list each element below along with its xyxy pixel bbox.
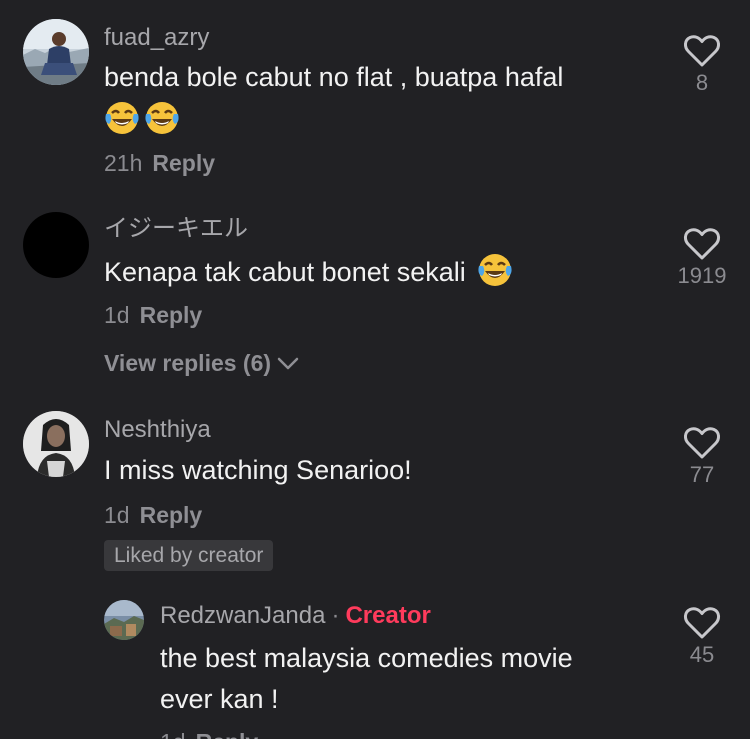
comment-username[interactable]: Neshthiya: [104, 418, 211, 442]
creator-tag: Creator: [345, 602, 431, 629]
avatar[interactable]: [23, 212, 89, 278]
comment-time: 21h: [104, 150, 143, 176]
face-with-tears-of-joy-icon: [478, 254, 512, 286]
like-count: 8: [695, 70, 709, 95]
view-replies-button[interactable]: View replies (6): [104, 352, 299, 375]
comment-text-line: benda bole cabut no flat , buatpa hafal: [104, 62, 564, 92]
avatar[interactable]: [23, 19, 89, 85]
heart-icon[interactable]: [683, 34, 721, 68]
like-button[interactable]: 77: [662, 426, 742, 486]
face-with-tears-of-joy-icon: [145, 102, 179, 134]
comment-text: benda bole cabut no flat , buatpa hafal: [104, 57, 563, 98]
comment-time: 1d: [104, 502, 130, 528]
heart-icon[interactable]: [683, 426, 721, 460]
separator-dot: ·: [331, 602, 340, 629]
like-button[interactable]: 1919: [662, 227, 742, 287]
reply-text: the best malaysia comedies movie ever ka…: [160, 638, 573, 720]
like-count: 45: [689, 642, 715, 667]
reply-username[interactable]: RedzwanJanda: [160, 602, 325, 629]
heart-icon[interactable]: [683, 227, 721, 261]
comment-emoji-line: [104, 100, 184, 141]
like-count: 77: [689, 462, 715, 487]
chevron-down-icon: [277, 357, 299, 369]
comment-meta: 1d Reply: [104, 304, 202, 327]
reply-button[interactable]: Reply: [152, 150, 215, 176]
heart-icon[interactable]: [683, 606, 721, 640]
comment-text: Kenapa tak cabut bonet sekali: [104, 252, 517, 293]
avatar[interactable]: [104, 600, 144, 640]
reply-header: RedzwanJanda · Creator: [160, 604, 431, 628]
reply-meta: 1d Reply: [160, 731, 258, 739]
comments-panel: fuad_azry benda bole cabut no flat , bua…: [0, 0, 750, 739]
comment-text-line: Kenapa tak cabut bonet sekali: [104, 257, 466, 287]
comment-text-line: I miss watching Senarioo!: [104, 455, 412, 485]
like-button[interactable]: 45: [662, 606, 742, 666]
comment-meta: 1d Reply: [104, 504, 202, 527]
comment-meta: 21h Reply: [104, 152, 215, 175]
comment-time: 1d: [104, 302, 130, 328]
reply-button[interactable]: Reply: [140, 502, 203, 528]
reply-text-line: the best malaysia comedies movie: [160, 643, 573, 673]
reply-button[interactable]: Reply: [196, 729, 259, 739]
like-button[interactable]: 8: [662, 34, 742, 94]
comment-username[interactable]: fuad_azry: [104, 26, 209, 50]
face-with-tears-of-joy-icon: [105, 102, 139, 134]
avatar[interactable]: [23, 411, 89, 477]
reply-text-line: ever kan !: [160, 684, 279, 714]
view-replies-label: View replies (6): [104, 350, 272, 376]
comment-username[interactable]: イジーキエル: [104, 217, 248, 241]
comment-text: I miss watching Senarioo!: [104, 450, 412, 491]
reply-time: 1d: [160, 729, 186, 739]
like-count: 1919: [677, 263, 727, 288]
liked-by-creator-badge: Liked by creator: [104, 540, 274, 571]
reply-button[interactable]: Reply: [140, 302, 203, 328]
